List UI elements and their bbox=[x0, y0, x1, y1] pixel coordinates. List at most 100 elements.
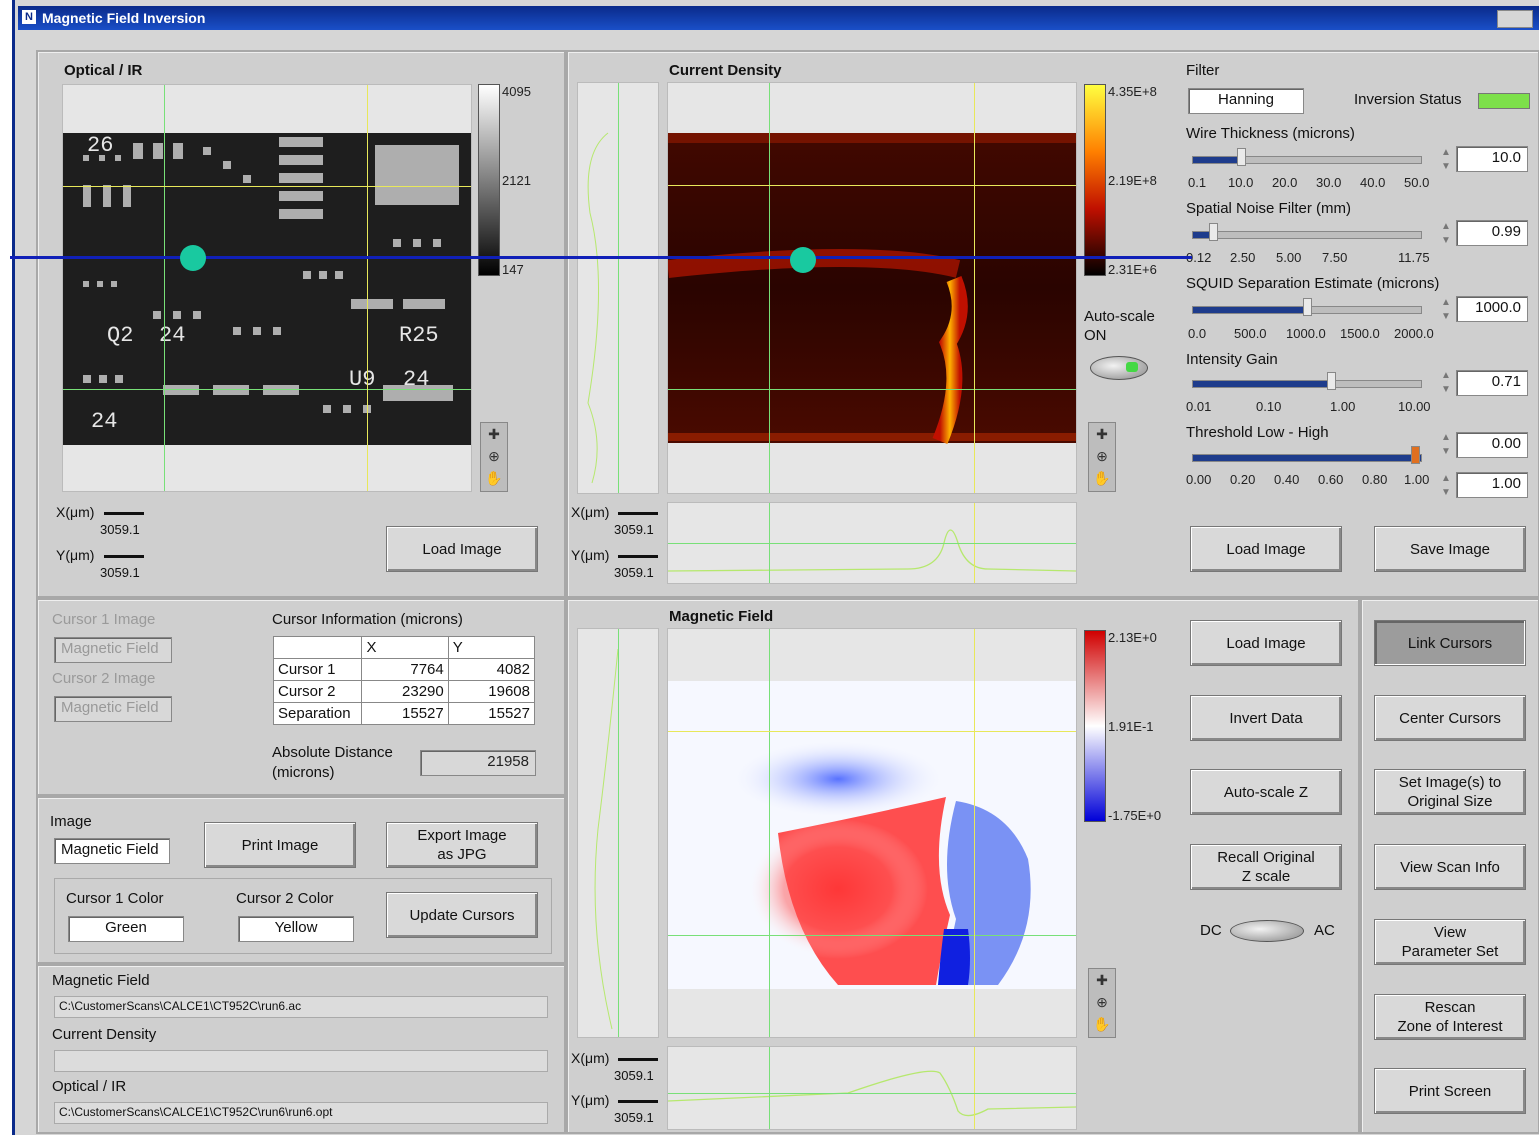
wire-thickness-tick-4: 40.0 bbox=[1360, 175, 1386, 190]
magnetic-plot[interactable] bbox=[667, 628, 1077, 1038]
board-label-26: 26 bbox=[87, 133, 113, 158]
cursor2-vertical[interactable] bbox=[367, 85, 368, 491]
intensity-gain-tick-0: 0.01 bbox=[1186, 399, 1212, 414]
intensity-gain-slider[interactable] bbox=[1192, 372, 1422, 390]
abs-distance-value: 21958 bbox=[420, 750, 536, 776]
wire-thickness-thumb[interactable] bbox=[1237, 148, 1246, 166]
board-label-q2: Q2 bbox=[107, 323, 133, 348]
filter-select[interactable]: Hanning bbox=[1188, 88, 1304, 114]
squid-sep-tick-4: 2000.0 bbox=[1394, 326, 1434, 341]
squid-sep-tick-0: 0.0 bbox=[1188, 326, 1207, 341]
threshold-slider[interactable] bbox=[1192, 446, 1422, 464]
cd-scale-tick-1: 2.19E+8 bbox=[1108, 173, 1157, 188]
spatial-noise-input[interactable]: 0.99 bbox=[1456, 220, 1528, 246]
image-select[interactable]: Magnetic Field bbox=[54, 838, 170, 864]
autoscale-toggle[interactable] bbox=[1090, 356, 1148, 380]
rescan-zone-button[interactable]: Rescan Zone of Interest bbox=[1374, 994, 1526, 1040]
squid-sep-input[interactable]: 1000.0 bbox=[1456, 296, 1528, 322]
cd-graph-tools[interactable]: ✚ ⊕ ✋ bbox=[1088, 422, 1116, 492]
mag-load-image-button[interactable]: Load Image bbox=[1190, 620, 1342, 666]
link-cursors-button[interactable]: Link Cursors bbox=[1374, 620, 1526, 666]
threshold-low-spinner[interactable]: ▲ ▼ bbox=[1440, 431, 1452, 459]
pan-tool-icon[interactable]: ✋ bbox=[481, 467, 507, 489]
cd-pan-tool-icon[interactable]: ✋ bbox=[1089, 467, 1115, 489]
update-cursors-button[interactable]: Update Cursors bbox=[386, 892, 538, 938]
current-density-plot[interactable] bbox=[667, 82, 1077, 494]
cursor1-color-select[interactable]: Green bbox=[68, 916, 184, 942]
cursor1-vertical[interactable] bbox=[164, 85, 165, 491]
intensity-gain-thumb[interactable] bbox=[1327, 372, 1336, 390]
cursor2-horizontal[interactable] bbox=[63, 186, 471, 187]
cursor2-image-select[interactable]: Magnetic Field bbox=[54, 696, 172, 722]
magnetic-file-label: Magnetic Field bbox=[52, 972, 150, 989]
print-screen-button[interactable]: Print Screen bbox=[1374, 1068, 1526, 1114]
cd-cursor2-vertical[interactable] bbox=[974, 83, 975, 493]
cd-crosshair-tool-icon[interactable]: ✚ bbox=[1089, 423, 1115, 445]
wire-thickness-spinner[interactable]: ▲ ▼ bbox=[1440, 146, 1452, 174]
mag-cursor2-horizontal[interactable] bbox=[668, 731, 1076, 732]
set-original-size-button[interactable]: Set Image(s) to Original Size bbox=[1374, 769, 1526, 815]
cd-cursor1-vertical[interactable] bbox=[769, 83, 770, 493]
table-row: Cursor 2 23290 19608 bbox=[272, 680, 536, 703]
ac-label: AC bbox=[1314, 922, 1335, 939]
mag-zoom-tool-icon[interactable]: ⊕ bbox=[1089, 991, 1115, 1013]
cd-cursor1-horizontal[interactable] bbox=[668, 389, 1076, 390]
cursor1-horizontal[interactable] bbox=[63, 389, 471, 390]
threshold-low-input[interactable]: 0.00 bbox=[1456, 432, 1528, 458]
invert-data-button[interactable]: Invert Data bbox=[1190, 695, 1342, 741]
mag-cursor1-horizontal[interactable] bbox=[668, 935, 1076, 936]
optical-load-image-button[interactable]: Load Image bbox=[386, 526, 538, 572]
mag-xprofile-cursor2 bbox=[974, 1047, 975, 1129]
window-controls[interactable] bbox=[1497, 10, 1533, 28]
view-scan-info-button[interactable]: View Scan Info bbox=[1374, 844, 1526, 890]
optical-graph-tools[interactable]: ✚ ⊕ ✋ bbox=[480, 422, 508, 492]
squid-sep-thumb[interactable] bbox=[1303, 298, 1312, 316]
cursor1-image-select[interactable]: Magnetic Field bbox=[54, 637, 172, 663]
cursor2-color-select[interactable]: Yellow bbox=[238, 916, 354, 942]
recall-z-scale-button[interactable]: Recall Original Z scale bbox=[1190, 844, 1342, 890]
optical-file-path: C:\CustomerScans\CALCE1\CT952C\run6\run6… bbox=[54, 1102, 548, 1124]
wire-thickness-tick-0: 0.1 bbox=[1188, 175, 1207, 190]
spatial-noise-spinner[interactable]: ▲ ▼ bbox=[1440, 220, 1452, 248]
spatial-noise-thumb[interactable] bbox=[1209, 223, 1218, 241]
mag-crosshair-tool-icon[interactable]: ✚ bbox=[1089, 969, 1115, 991]
wire-thickness-slider[interactable] bbox=[1192, 148, 1422, 166]
cd-cursor-marker[interactable] bbox=[790, 247, 816, 273]
inversion-status-led bbox=[1478, 93, 1530, 109]
crosshair-tool-icon[interactable]: ✚ bbox=[481, 423, 507, 445]
print-image-button[interactable]: Print Image bbox=[204, 822, 356, 868]
recall-label-2: Z scale bbox=[1241, 868, 1291, 885]
mag-pan-tool-icon[interactable]: ✋ bbox=[1089, 1013, 1115, 1035]
mag-x-label: X(μm) bbox=[571, 1050, 610, 1066]
wire-thickness-input[interactable]: 10.0 bbox=[1456, 146, 1528, 172]
mag-cursor1-vertical[interactable] bbox=[769, 629, 770, 1037]
center-cursors-button[interactable]: Center Cursors bbox=[1374, 695, 1526, 741]
zoom-tool-icon[interactable]: ⊕ bbox=[481, 445, 507, 467]
intensity-gain-input[interactable]: 0.71 bbox=[1456, 370, 1528, 396]
spatial-noise-tick-1: 2.50 bbox=[1230, 250, 1256, 265]
optical-cursor-marker[interactable] bbox=[180, 245, 206, 271]
threshold-high-spinner[interactable]: ▲ ▼ bbox=[1440, 472, 1452, 500]
view-parameter-set-button[interactable]: View Parameter Set bbox=[1374, 919, 1526, 965]
window-title: Magnetic Field Inversion bbox=[42, 10, 206, 26]
cd-zoom-tool-icon[interactable]: ⊕ bbox=[1089, 445, 1115, 467]
cd-save-image-button[interactable]: Save Image bbox=[1374, 526, 1526, 572]
intensity-gain-spinner[interactable]: ▲ ▼ bbox=[1440, 369, 1452, 397]
spatial-noise-slider[interactable] bbox=[1192, 223, 1422, 241]
mag-graph-tools[interactable]: ✚ ⊕ ✋ bbox=[1088, 968, 1116, 1038]
view-param-label-2: Parameter Set bbox=[1401, 943, 1499, 960]
threshold-high-input[interactable]: 1.00 bbox=[1456, 472, 1528, 498]
cd-cursor2-horizontal[interactable] bbox=[668, 185, 1076, 186]
export-image-button[interactable]: Export Image as JPG bbox=[386, 822, 538, 868]
squid-sep-spinner[interactable]: ▲ ▼ bbox=[1440, 296, 1452, 324]
autoscale-z-button[interactable]: Auto-scale Z bbox=[1190, 769, 1342, 815]
squid-sep-tick-3: 1500.0 bbox=[1340, 326, 1380, 341]
row-y: 19608 bbox=[447, 680, 536, 703]
magnetic-title: Magnetic Field bbox=[669, 608, 774, 625]
dc-ac-toggle[interactable] bbox=[1230, 920, 1304, 942]
optical-plot[interactable]: 26 Q2 24 R25 U9 24 24 bbox=[62, 84, 472, 492]
threshold-high-thumb[interactable] bbox=[1411, 446, 1420, 464]
squid-sep-slider[interactable] bbox=[1192, 298, 1422, 316]
mag-cursor2-vertical[interactable] bbox=[974, 629, 975, 1037]
cd-load-image-button[interactable]: Load Image bbox=[1190, 526, 1342, 572]
